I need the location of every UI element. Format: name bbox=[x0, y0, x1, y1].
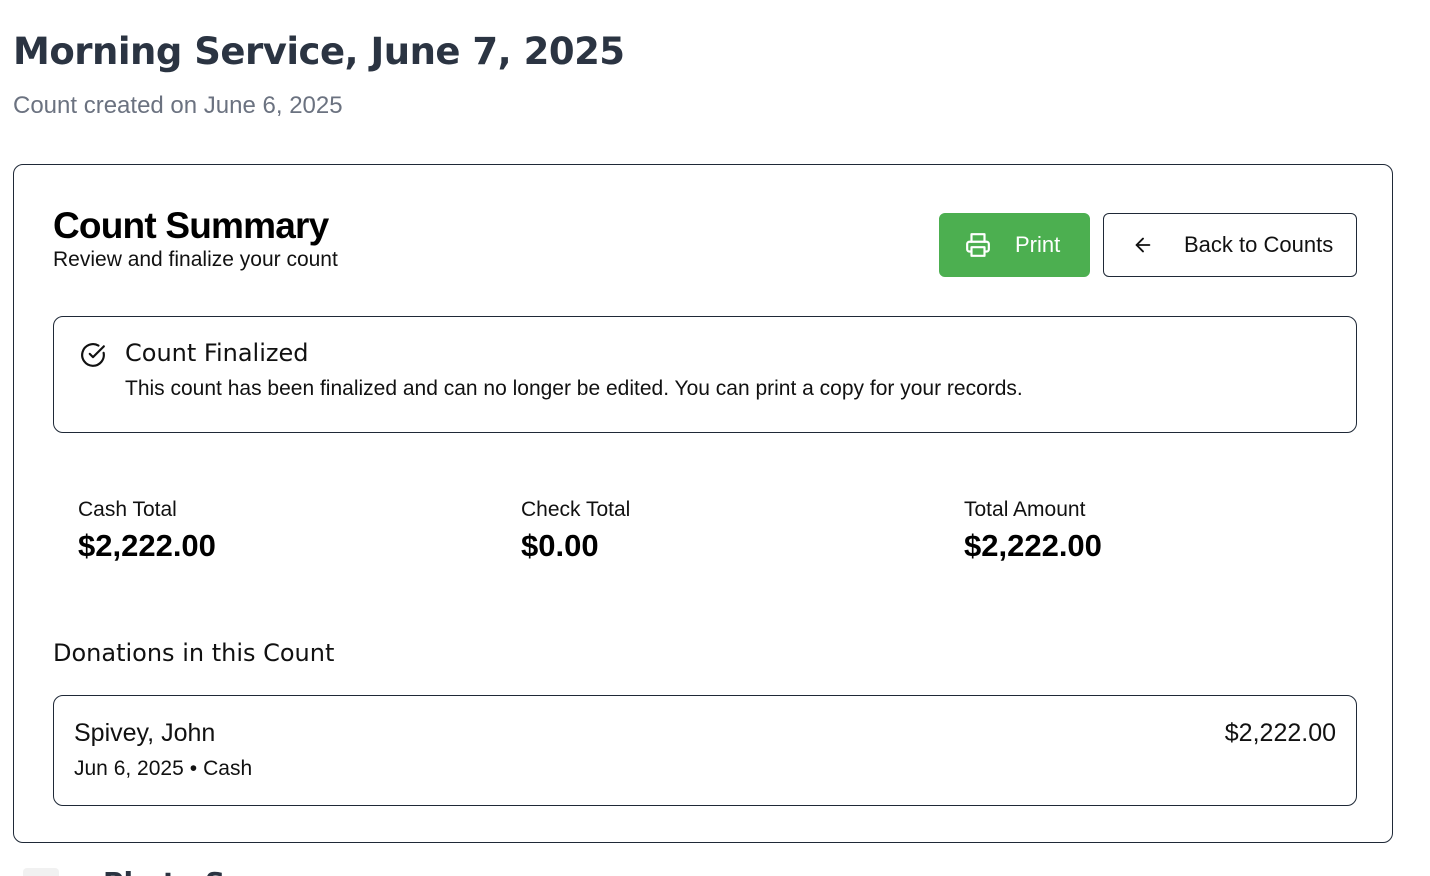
printer-icon bbox=[965, 232, 991, 258]
back-button-label: Back to Counts bbox=[1184, 232, 1334, 257]
page-subtitle: Count created on June 6, 2025 bbox=[13, 92, 343, 119]
print-button-label: Print bbox=[1015, 232, 1061, 257]
donation-row[interactable]: Spivey, John Jun 6, 2025 • Cash $2,222.00 bbox=[53, 695, 1357, 806]
check-total-label: Check Total bbox=[521, 498, 631, 521]
arrow-left-icon bbox=[1132, 234, 1154, 256]
camera-icon bbox=[23, 868, 59, 876]
total-amount-value: $2,222.00 bbox=[964, 528, 1102, 563]
card-title: Count Summary bbox=[53, 205, 329, 246]
cash-total-stat: Cash Total $2,222.00 bbox=[78, 498, 216, 564]
finalized-alert: Count Finalized This count has been fina… bbox=[53, 316, 1357, 433]
photo-scans-title: Photo Scans bbox=[103, 866, 253, 876]
donations-section-title: Donations in this Count bbox=[53, 639, 335, 667]
back-to-counts-button[interactable]: Back to Counts bbox=[1103, 213, 1357, 277]
cash-total-label: Cash Total bbox=[78, 498, 177, 521]
check-total-value: $0.00 bbox=[521, 528, 599, 563]
alert-message: This count has been finalized and can no… bbox=[125, 377, 1023, 400]
page-title: Morning Service, June 7, 2025 bbox=[13, 30, 625, 73]
alert-title: Count Finalized bbox=[125, 339, 309, 367]
cash-total-value: $2,222.00 bbox=[78, 528, 216, 563]
donation-amount: $2,222.00 bbox=[1224, 719, 1336, 747]
total-amount-label: Total Amount bbox=[964, 498, 1086, 521]
donor-name: Spivey, John bbox=[74, 719, 216, 747]
photo-scans-section-peek: Photo Scans bbox=[13, 862, 253, 876]
count-summary-card: Count Summary Review and finalize your c… bbox=[13, 164, 1393, 843]
donation-date: Jun 6, 2025 bbox=[74, 757, 184, 780]
donation-meta: Jun 6, 2025 • Cash bbox=[74, 757, 252, 781]
total-amount-stat: Total Amount $2,222.00 bbox=[964, 498, 1102, 564]
separator-dot: • bbox=[189, 757, 198, 780]
print-button[interactable]: Print bbox=[939, 213, 1090, 277]
donation-method: Cash bbox=[203, 757, 253, 780]
check-circle-icon bbox=[80, 342, 106, 368]
check-total-stat: Check Total $0.00 bbox=[521, 498, 630, 564]
card-subtitle: Review and finalize your count bbox=[53, 248, 338, 271]
